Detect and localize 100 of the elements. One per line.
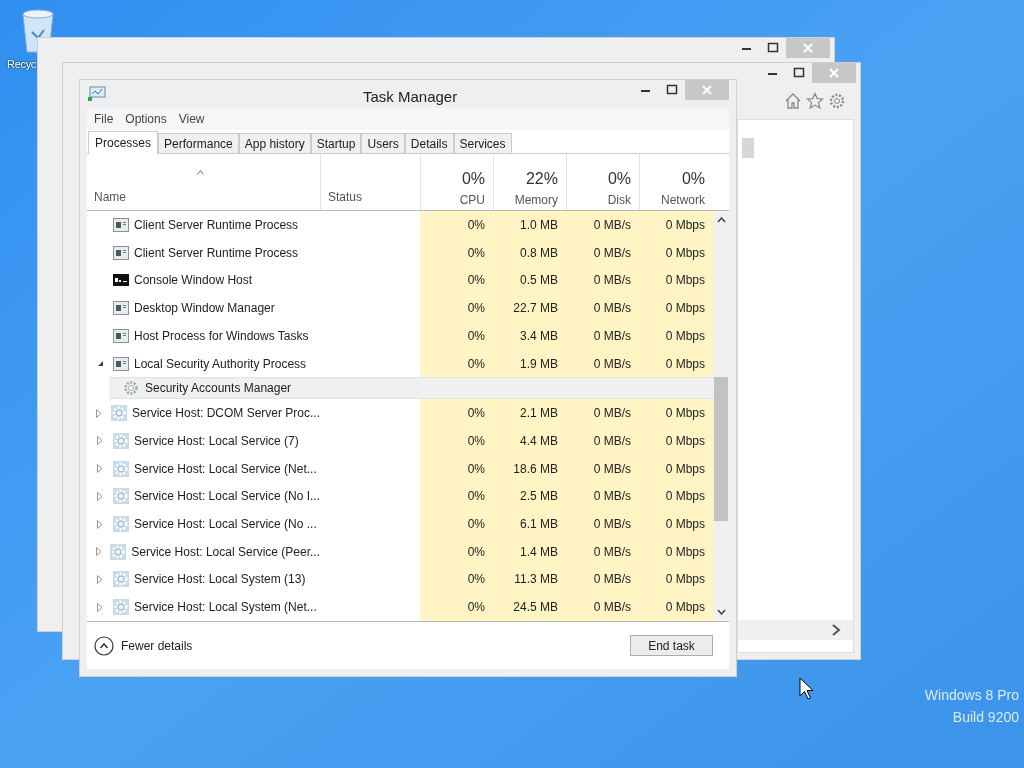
disk-cell: 0 MB/s: [566, 593, 639, 621]
gear-icon: [113, 460, 129, 477]
expand-arrow-icon[interactable]: [95, 408, 102, 418]
cpu-cell: 0%: [420, 565, 493, 594]
network-cell: 0 Mbps: [639, 482, 713, 511]
expand-arrow-icon[interactable]: [97, 602, 103, 612]
network-cell: 0 Mbps: [639, 454, 713, 483]
column-total: 22%: [525, 169, 558, 189]
menu-item[interactable]: Options: [125, 110, 167, 128]
collapse-arrow-icon[interactable]: [96, 360, 104, 368]
home-icon[interactable]: [784, 92, 802, 110]
fewer-details-button[interactable]: Fewer details: [94, 635, 193, 656]
vertical-scrollbar[interactable]: [713, 211, 729, 621]
cpu-cell: 0%: [420, 211, 493, 239]
mouse-pointer-icon: [799, 677, 815, 701]
console-icon: [113, 274, 129, 287]
memory-cell: 0.8 MB: [493, 238, 566, 267]
column-header[interactable]: CPU: [459, 191, 485, 209]
gear-icon: [113, 599, 129, 616]
expand-arrow-icon[interactable]: [97, 436, 103, 446]
star-icon[interactable]: [806, 92, 824, 110]
gear-icon: [113, 516, 129, 532]
disk-cell: 0 MB/s: [566, 294, 639, 322]
process-name: Service Host: Local Service (7): [134, 432, 299, 450]
menu-item[interactable]: File: [94, 110, 114, 128]
disk-cell: 0 MB/s: [566, 321, 639, 350]
expand-arrow-icon[interactable]: [97, 575, 103, 584]
window-icon: [113, 328, 129, 343]
memory-cell: 11.3 MB: [493, 565, 566, 594]
cpu-cell: 0%: [420, 454, 493, 483]
memory-cell: 4.4 MB: [493, 426, 566, 455]
memory-cell: 1.4 MB: [493, 537, 566, 566]
scroll-down-icon[interactable]: [717, 609, 726, 615]
scrollbar-thumb[interactable]: [742, 138, 754, 158]
disk-cell: 0 MB/s: [566, 238, 639, 267]
cpu-cell: 0%: [420, 482, 493, 511]
edition-text: Build 9200: [952, 708, 1019, 727]
disk-cell: 0 MB/s: [566, 510, 639, 538]
process-name: Service Host: DCOM Server Proc...: [131, 405, 320, 423]
edition-text: Windows 8 Pro: [924, 686, 1019, 705]
process-name: Host Process for Windows Tasks: [134, 327, 309, 345]
cpu-cell: 0%: [420, 399, 493, 427]
process-name: Service Host: Local Service (No ...: [134, 516, 317, 533]
chevron-right-icon[interactable]: [831, 624, 841, 636]
memory-cell: 1.0 MB: [493, 211, 566, 239]
column-total: 0%: [607, 169, 631, 189]
desktop-icon-label: Recyc: [7, 57, 37, 72]
column-total: 0%: [461, 169, 485, 189]
network-cell: 0 Mbps: [639, 593, 713, 621]
disk-cell: 0 MB/s: [566, 349, 639, 378]
disk-cell: 0 MB/s: [566, 399, 639, 427]
tab[interactable]: Services: [453, 133, 512, 153]
cpu-cell: 0%: [420, 593, 493, 621]
memory-cell: 2.5 MB: [493, 482, 566, 511]
menu-item[interactable]: View: [178, 110, 205, 128]
column-header[interactable]: Network: [661, 191, 705, 209]
tab[interactable]: Users: [361, 133, 405, 153]
process-name: Security Accounts Manager: [145, 380, 292, 398]
gear-icon: [110, 405, 127, 422]
cpu-cell: 0%: [420, 294, 493, 322]
column-header[interactable]: Name: [94, 188, 126, 206]
column-header[interactable]: Memory: [514, 191, 558, 209]
chevron-up-icon: [94, 635, 114, 656]
gear-icon: [113, 571, 129, 588]
process-name: Service Host: Local Service (Peer...: [131, 543, 320, 561]
end-task-button[interactable]: End task: [630, 635, 713, 656]
network-cell: 0 Mbps: [639, 510, 713, 538]
column-header[interactable]: Status: [328, 188, 363, 206]
process-name: Client Server Runtime Process: [134, 216, 299, 234]
network-cell: 0 Mbps: [639, 349, 713, 378]
expand-arrow-icon[interactable]: [97, 519, 103, 529]
scroll-up-icon[interactable]: [717, 217, 726, 223]
column-total: 0%: [681, 169, 705, 189]
window-icon: [113, 217, 129, 232]
tab[interactable]: Details: [404, 133, 454, 153]
process-name: Service Host: Local System (13): [134, 571, 306, 589]
memory-cell: 22.7 MB: [493, 294, 566, 322]
window-icon: [113, 301, 129, 316]
expand-arrow-icon[interactable]: [97, 464, 103, 474]
memory-cell: 3.4 MB: [493, 321, 566, 350]
memory-cell: 0.5 MB: [493, 266, 566, 295]
tab[interactable]: Performance: [158, 133, 239, 153]
gear-icon: [110, 543, 127, 560]
disk-cell: 0 MB/s: [566, 565, 639, 594]
cpu-cell: 0%: [420, 510, 493, 538]
memory-cell: 1.9 MB: [493, 349, 566, 378]
disk-cell: 0 MB/s: [566, 537, 639, 566]
window-icon: [113, 245, 129, 260]
network-cell: 0 Mbps: [639, 238, 713, 267]
expand-arrow-icon[interactable]: [95, 547, 102, 557]
window-title: Task Manager: [363, 87, 458, 107]
process-name: Desktop Window Manager: [134, 300, 275, 318]
disk-cell: 0 MB/s: [566, 426, 639, 455]
tab[interactable]: App history: [238, 133, 311, 153]
column-header[interactable]: Disk: [607, 191, 631, 209]
network-cell: 0 Mbps: [639, 321, 713, 350]
expand-arrow-icon[interactable]: [96, 491, 103, 501]
tab[interactable]: Startup: [310, 133, 362, 153]
settings-icon[interactable]: [828, 92, 846, 110]
tab[interactable]: Processes: [88, 131, 159, 154]
